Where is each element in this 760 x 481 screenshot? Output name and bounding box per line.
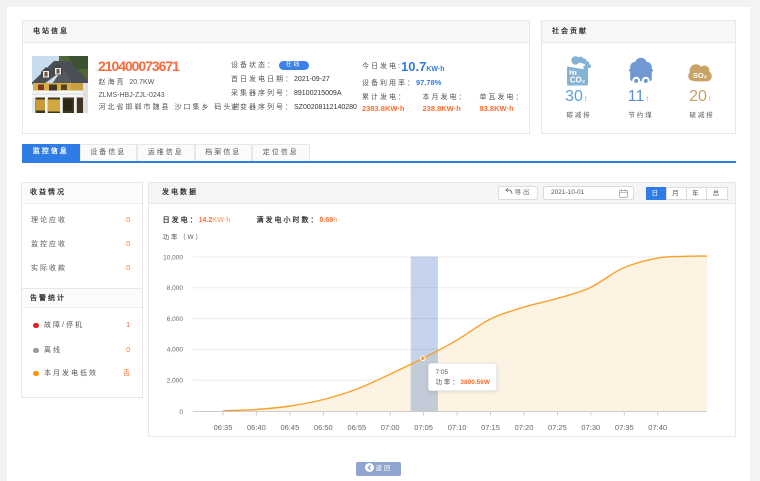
svg-text:07:20: 07:20	[515, 423, 534, 432]
svg-text:07:10: 07:10	[448, 423, 467, 432]
svg-text:06:55: 06:55	[347, 423, 366, 432]
svg-text:8,000: 8,000	[167, 285, 184, 292]
svg-text:07:40: 07:40	[648, 423, 667, 432]
svg-text:0: 0	[179, 409, 183, 416]
svg-text:2,000: 2,000	[167, 378, 184, 385]
svg-text:SO₂: SO₂	[693, 70, 707, 79]
svg-text:07:25: 07:25	[548, 423, 567, 432]
svg-text:10,000: 10,000	[163, 254, 183, 261]
svg-text:4,000: 4,000	[167, 347, 184, 354]
svg-text:06:35: 06:35	[214, 423, 233, 432]
svg-text:06:50: 06:50	[314, 423, 333, 432]
svg-text:07:30: 07:30	[581, 423, 600, 432]
svg-text:06:40: 06:40	[247, 423, 266, 432]
svg-text:CO₂: CO₂	[570, 76, 586, 85]
svg-text:07:05: 07:05	[414, 423, 433, 432]
svg-text:07:00: 07:00	[381, 423, 400, 432]
svg-text:6,000: 6,000	[167, 316, 184, 323]
svg-text:07:35: 07:35	[615, 423, 634, 432]
svg-text:06:45: 06:45	[281, 423, 300, 432]
svg-text:07:15: 07:15	[481, 423, 500, 432]
